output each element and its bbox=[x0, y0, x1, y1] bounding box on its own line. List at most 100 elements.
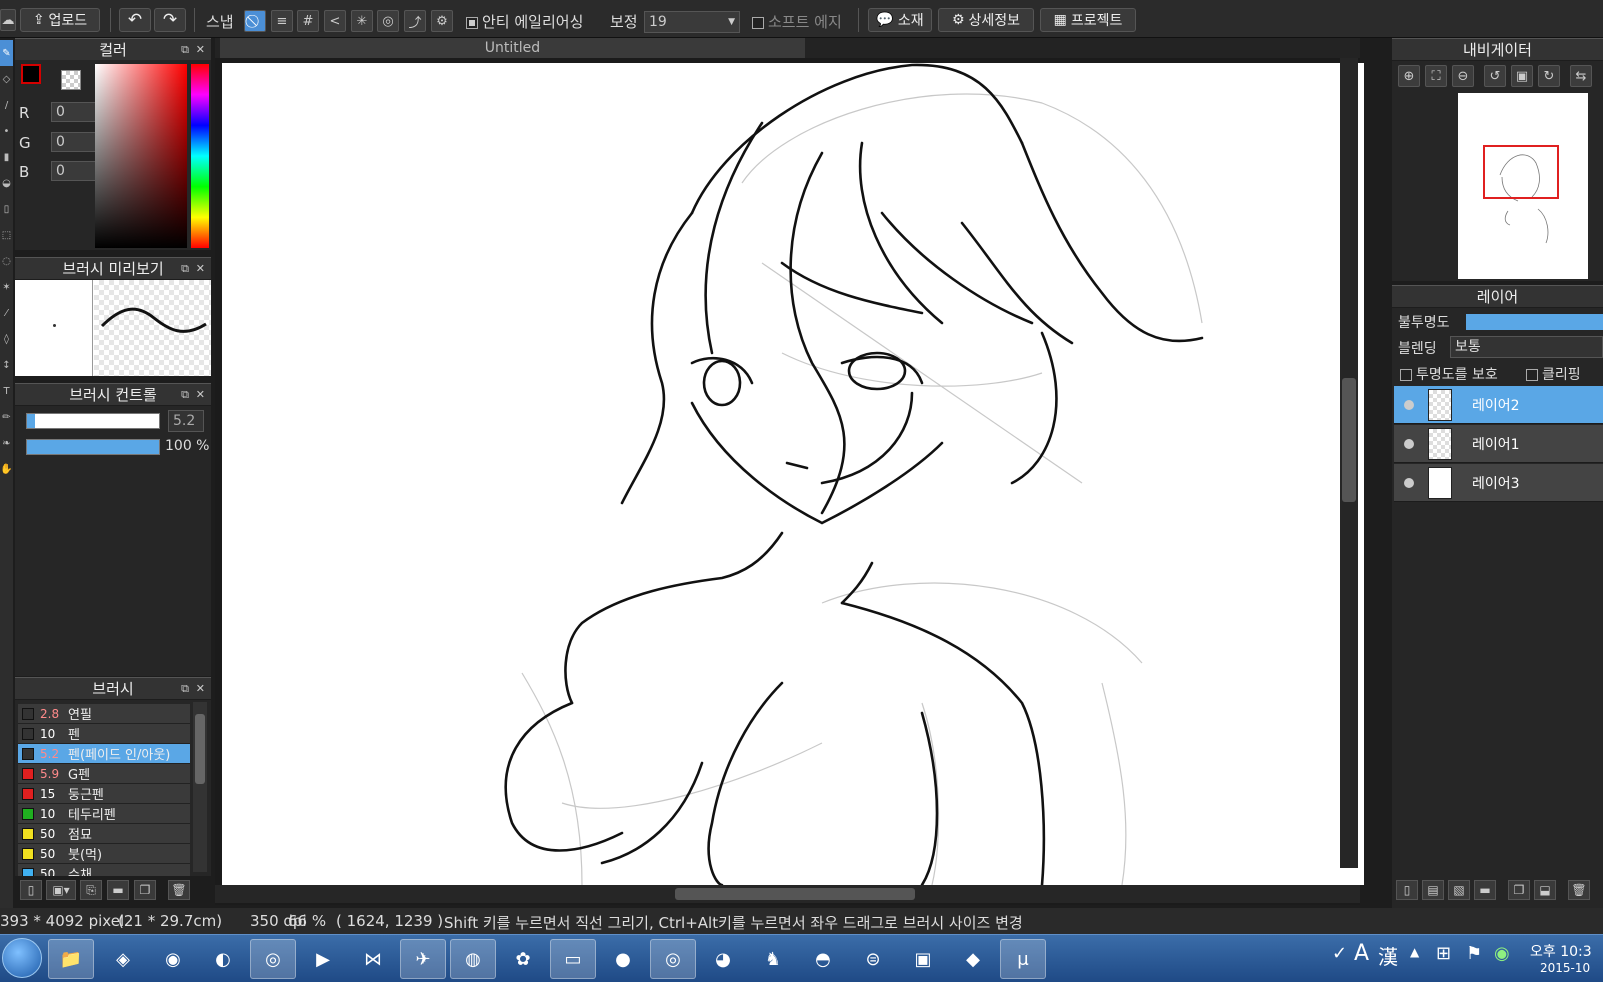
g-field[interactable]: 0 bbox=[51, 132, 99, 152]
brush-list-scrollbar[interactable] bbox=[193, 702, 207, 872]
brush-size-field[interactable]: 5.2 bbox=[168, 410, 204, 432]
torrent-taskbar-icon[interactable]: μ bbox=[1000, 939, 1046, 979]
canvas-tab[interactable]: Untitled bbox=[220, 38, 805, 58]
tray-expand-icon[interactable]: ▲ bbox=[1410, 945, 1419, 959]
snap-perspective-icon[interactable]: < bbox=[324, 10, 346, 32]
snap-circle-icon[interactable]: ◎ bbox=[377, 10, 399, 32]
zoom-out-icon[interactable]: ⊖ bbox=[1452, 65, 1474, 87]
pencil-icon[interactable]: ✏ bbox=[0, 404, 13, 430]
correction-select[interactable]: 19 ▼ bbox=[644, 11, 740, 33]
app-taskbar-icon[interactable]: ▣ bbox=[900, 939, 946, 979]
action-center-flag-icon[interactable]: ⚑ bbox=[1466, 943, 1482, 964]
close-icon[interactable]: ✕ bbox=[196, 258, 205, 280]
brush-tool-icon[interactable]: ✎ bbox=[0, 40, 13, 66]
app-taskbar-icon[interactable]: ◓ bbox=[800, 939, 846, 979]
popout-icon[interactable]: ⧉ bbox=[181, 39, 189, 61]
brush-item[interactable]: 5.2 펜(페이드 인/아웃) bbox=[18, 744, 190, 764]
horizontal-scroll-thumb[interactable] bbox=[675, 888, 915, 900]
windows-icon[interactable]: ⊞ bbox=[1436, 943, 1451, 964]
app-menu-icon[interactable]: ☁ bbox=[0, 9, 16, 31]
brush-item[interactable]: 50 수채 bbox=[18, 864, 190, 876]
copy-icon[interactable]: ❐ bbox=[134, 880, 156, 900]
paint-app-taskbar-icon[interactable]: ◎ bbox=[650, 939, 696, 979]
project-button[interactable]: ▦ 프로젝트 bbox=[1040, 8, 1136, 32]
duplicate-brush-icon[interactable]: ⎘ bbox=[80, 880, 102, 900]
navigator-viewport-rect[interactable] bbox=[1483, 145, 1559, 199]
app-taskbar-icon[interactable]: ⋈ bbox=[350, 939, 396, 979]
close-icon[interactable]: ✕ bbox=[196, 384, 205, 406]
soft-edge-toggle[interactable]: 소프트 에지 bbox=[752, 11, 842, 32]
upload-button[interactable]: ⇪ 업로드 bbox=[20, 8, 100, 32]
clock-date[interactable]: 2015-10 bbox=[1540, 961, 1590, 975]
layer-row[interactable]: 레이어2 bbox=[1394, 386, 1603, 424]
move-icon[interactable]: ↕ bbox=[0, 352, 13, 378]
lasso-icon[interactable]: ◌ bbox=[0, 248, 13, 274]
material-button[interactable]: 💬 소재 bbox=[868, 8, 932, 32]
layer-row[interactable]: 레이어1 bbox=[1394, 425, 1603, 463]
app-taskbar-icon[interactable]: ✿ bbox=[500, 939, 546, 979]
saturation-value-picker[interactable] bbox=[95, 64, 187, 248]
soft-edge-checkbox[interactable] bbox=[752, 16, 764, 29]
eraser-icon[interactable]: ◊ bbox=[0, 326, 13, 352]
folder-icon[interactable]: ▬ bbox=[107, 880, 129, 900]
brush-menu-icon[interactable]: ▣▾ bbox=[46, 880, 76, 900]
zoom-in-icon[interactable]: ⊕ bbox=[1398, 65, 1420, 87]
popout-icon[interactable]: ⧉ bbox=[181, 258, 189, 280]
app-taskbar-icon[interactable]: ✈ bbox=[400, 939, 446, 979]
magic-wand-icon[interactable]: ✶ bbox=[0, 274, 13, 300]
brush-opacity-slider[interactable] bbox=[26, 439, 160, 455]
app-taskbar-icon[interactable]: ● bbox=[600, 939, 646, 979]
layer-opacity-slider[interactable] bbox=[1466, 314, 1603, 330]
brush-item[interactable]: 15 둥근펜 bbox=[18, 784, 190, 804]
hand-icon[interactable]: ✋ bbox=[0, 456, 13, 482]
eraser-tool-icon[interactable]: ◇ bbox=[0, 66, 13, 92]
ime-hanja-indicator[interactable]: 漢 bbox=[1378, 941, 1398, 970]
app-taskbar-icon[interactable]: ◉ bbox=[150, 939, 196, 979]
app-taskbar-icon[interactable]: ⊜ bbox=[850, 939, 896, 979]
close-icon[interactable]: ✕ bbox=[196, 39, 205, 61]
text-icon[interactable]: T bbox=[0, 378, 13, 404]
brush-item[interactable]: 10 테두리펜 bbox=[18, 804, 190, 824]
redo-button[interactable]: ↷ bbox=[154, 8, 186, 32]
hue-slider[interactable] bbox=[191, 64, 209, 248]
start-button[interactable] bbox=[2, 938, 42, 978]
new-layer-icon[interactable]: ▯ bbox=[1396, 880, 1418, 900]
snap-radial-icon[interactable]: ✳ bbox=[351, 10, 373, 32]
scrollbar-thumb[interactable] bbox=[195, 714, 205, 784]
rotate-right-icon[interactable]: ↻ bbox=[1538, 65, 1560, 87]
flip-icon[interactable]: ⇆ bbox=[1570, 65, 1592, 87]
delete-layer-icon[interactable]: 🗑 bbox=[1568, 880, 1590, 900]
snap-off-icon[interactable]: ⃠ bbox=[244, 10, 266, 32]
popout-icon[interactable]: ⧉ bbox=[181, 384, 189, 406]
brush-item[interactable]: 50 붓(먹) bbox=[18, 844, 190, 864]
snap-settings-icon[interactable]: ⚙ bbox=[431, 10, 453, 32]
layer-row[interactable]: 레이어3 bbox=[1394, 464, 1603, 502]
brush-item[interactable]: 5.9 G펜 bbox=[18, 764, 190, 784]
chrome-taskbar-icon[interactable]: ◎ bbox=[250, 939, 296, 979]
snap-curve-icon[interactable]: ⤴ bbox=[404, 10, 426, 32]
blending-select[interactable]: 보통 bbox=[1450, 336, 1603, 358]
new-vector-layer-icon[interactable]: ▧ bbox=[1448, 880, 1470, 900]
app-taskbar-icon[interactable]: ◍ bbox=[450, 939, 496, 979]
brush-size-slider[interactable] bbox=[26, 413, 160, 429]
clipping-toggle[interactable]: 클리핑 bbox=[1526, 364, 1581, 384]
brush-item[interactable]: 10 펜 bbox=[18, 724, 190, 744]
canvas-vertical-scrollbar[interactable] bbox=[1340, 58, 1358, 868]
clock-time[interactable]: 오후 10:3 bbox=[1530, 941, 1592, 961]
snap-parallel-icon[interactable]: ≡ bbox=[271, 10, 293, 32]
visibility-eye-icon[interactable] bbox=[1404, 399, 1414, 410]
snap-grid-icon[interactable]: # bbox=[297, 10, 319, 32]
brush-item[interactable]: 50 점묘 bbox=[18, 824, 190, 844]
b-field[interactable]: 0 bbox=[51, 161, 99, 181]
brush-item[interactable]: 2.8 연필 bbox=[18, 704, 190, 724]
visibility-eye-icon[interactable] bbox=[1404, 438, 1414, 449]
media-taskbar-icon[interactable]: ▶ bbox=[300, 939, 346, 979]
network-icon[interactable]: ◉ bbox=[1494, 943, 1510, 964]
merge-layer-icon[interactable]: ⬓ bbox=[1534, 880, 1556, 900]
navigator-thumbnail[interactable] bbox=[1458, 93, 1588, 279]
gradient-tool-icon[interactable]: ▯ bbox=[0, 196, 13, 222]
ime-mode-indicator[interactable]: A bbox=[1354, 941, 1369, 966]
ime-icon[interactable]: ✓ bbox=[1332, 943, 1354, 965]
details-button[interactable]: ⚙ 상세정보 bbox=[938, 8, 1034, 32]
app-taskbar-icon[interactable]: ◕ bbox=[700, 939, 746, 979]
